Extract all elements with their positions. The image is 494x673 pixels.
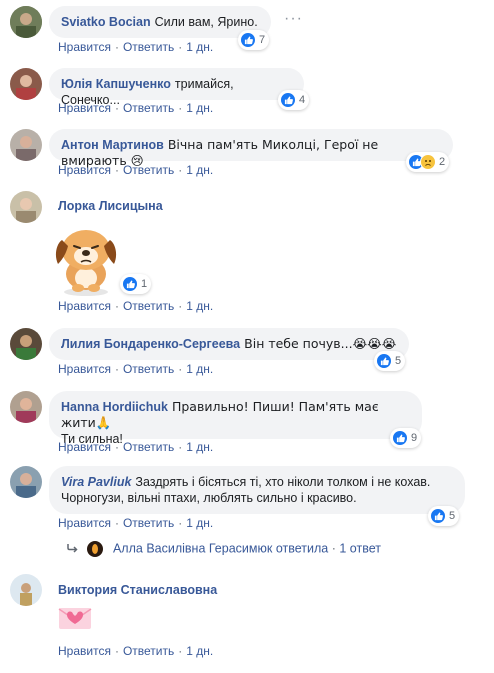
comment-bubble: Vira Pavliuk Заздрять і бісяться ті, хто … bbox=[49, 466, 465, 514]
avatar[interactable] bbox=[10, 466, 42, 498]
reaction-count: 9 bbox=[411, 432, 418, 444]
comment-actions: Нравится · Ответить · 1 дн. bbox=[58, 101, 214, 115]
thumbs-up-icon bbox=[240, 32, 256, 48]
reaction-count: 5 bbox=[449, 510, 456, 522]
comment-author[interactable]: Антон Мартинов bbox=[61, 138, 164, 152]
thumbs-up-icon bbox=[376, 353, 392, 369]
thumbs-up-icon bbox=[280, 92, 296, 108]
reaction-summary[interactable]: 4 bbox=[278, 90, 310, 110]
reply-author[interactable]: Алла Василівна Герасимюк bbox=[113, 541, 272, 555]
like-button[interactable]: Нравится bbox=[58, 516, 111, 530]
comment-author[interactable]: Sviatko Bocian bbox=[61, 15, 151, 29]
like-button[interactable]: Нравится bbox=[58, 440, 111, 454]
comment-actions: Нравится · Ответить · 1 дн. bbox=[58, 299, 214, 313]
thumbs-up-icon bbox=[430, 508, 446, 524]
like-button[interactable]: Нравится bbox=[58, 362, 111, 376]
comment-actions: Нравится · Ответить · 1 дн. bbox=[58, 440, 214, 454]
comment-actions: Нравится · Ответить · 1 дн. bbox=[58, 163, 214, 177]
timestamp[interactable]: 1 дн. bbox=[186, 101, 213, 115]
reaction-summary[interactable]: 5 bbox=[374, 351, 406, 371]
view-replies-link[interactable]: Алла Василівна Герасимюк ответила · 1 от… bbox=[66, 541, 381, 557]
avatar bbox=[87, 541, 104, 557]
avatar[interactable] bbox=[10, 574, 42, 606]
reply-button[interactable]: Ответить bbox=[123, 362, 174, 376]
timestamp[interactable]: 1 дн. bbox=[186, 644, 213, 658]
avatar[interactable] bbox=[10, 129, 42, 161]
comment-author[interactable]: Hanna Hordiichuk bbox=[61, 400, 168, 414]
reaction-count: 4 bbox=[299, 94, 306, 106]
comment-author[interactable]: Виктория Станиславовна bbox=[58, 583, 217, 597]
reaction-summary[interactable]: 7 bbox=[238, 30, 270, 50]
reaction-count: 7 bbox=[259, 34, 266, 46]
like-button[interactable]: Нравится bbox=[58, 163, 111, 177]
comment-actions: Нравится · Ответить · 1 дн. bbox=[58, 516, 214, 530]
reply-verb: ответила bbox=[275, 541, 329, 556]
comment-author[interactable]: Vira Pavliuk bbox=[61, 475, 131, 489]
comment-author[interactable]: Лилия Бондаренко-Сергеева bbox=[61, 337, 240, 351]
reaction-summary[interactable]: 9 bbox=[390, 428, 422, 448]
more-options-icon[interactable]: ··· bbox=[284, 10, 303, 28]
thumbs-up-icon bbox=[392, 430, 408, 446]
comment-text: Сили вам, Ярино. bbox=[154, 15, 258, 29]
timestamp[interactable]: 1 дн. bbox=[186, 163, 213, 177]
like-button[interactable]: Нравится bbox=[58, 101, 111, 115]
heart-envelope-icon bbox=[58, 605, 92, 631]
reply-button[interactable]: Ответить bbox=[123, 440, 174, 454]
reaction-summary[interactable]: 1 bbox=[120, 274, 152, 294]
comment-bubble: Лилия Бондаренко-Сергеева Він тебе почув.… bbox=[49, 328, 409, 360]
timestamp[interactable]: 1 дн. bbox=[186, 40, 213, 54]
reaction-count: 5 bbox=[395, 355, 402, 367]
like-button[interactable]: Нравится bbox=[58, 299, 111, 313]
reply-button[interactable]: Ответить bbox=[123, 644, 174, 658]
avatar[interactable] bbox=[10, 391, 42, 423]
comment-text: Він тебе почув...😭😭😭 bbox=[244, 336, 397, 351]
reply-button[interactable]: Ответить bbox=[123, 40, 174, 54]
thumbs-up-icon bbox=[122, 276, 138, 292]
sad-face-icon bbox=[420, 154, 436, 170]
reply-button[interactable]: Ответить bbox=[123, 101, 174, 115]
timestamp[interactable]: 1 дн. bbox=[186, 440, 213, 454]
reaction-summary[interactable]: 2 bbox=[406, 152, 450, 172]
comment-author[interactable]: Лорка Лисицына bbox=[58, 199, 163, 213]
reply-arrow-icon bbox=[66, 542, 78, 556]
reply-count[interactable]: 1 ответ bbox=[339, 541, 381, 555]
reaction-summary[interactable]: 5 bbox=[428, 506, 460, 526]
timestamp[interactable]: 1 дн. bbox=[186, 516, 213, 530]
reply-button[interactable]: Ответить bbox=[123, 299, 174, 313]
avatar[interactable] bbox=[10, 6, 42, 38]
comment-bubble: Антон Мартинов Вічна пам'ять Миколці, Гер… bbox=[49, 129, 453, 168]
comment-bubble: Юлія Капшученко тримайся, Сонечко... bbox=[49, 68, 304, 107]
comment-actions: Нравится · Ответить · 1 дн. bbox=[58, 362, 214, 376]
avatar[interactable] bbox=[10, 328, 42, 360]
puppy-sticker bbox=[50, 222, 122, 298]
reaction-count: 2 bbox=[439, 156, 446, 168]
comment-bubble: Hanna Hordiichuk Правильно! Пиши! Пам'ять… bbox=[49, 391, 422, 446]
timestamp[interactable]: 1 дн. bbox=[186, 362, 213, 376]
comment-text: Заздрять і бісяться ті, хто ніколи толко… bbox=[135, 475, 431, 489]
timestamp[interactable]: 1 дн. bbox=[186, 299, 213, 313]
comment-author[interactable]: Юлія Капшученко bbox=[61, 77, 171, 91]
comment-bubble: Sviatko Bocian Сили вам, Ярино. bbox=[49, 6, 271, 38]
comment-actions: Нравится · Ответить · 1 дн. bbox=[58, 40, 214, 54]
comment-actions: Нравится · Ответить · 1 дн. bbox=[58, 644, 214, 658]
comment-text-line2: Чорногузи, вільні птахи, люблять сильно … bbox=[61, 491, 357, 505]
reply-button[interactable]: Ответить bbox=[123, 516, 174, 530]
like-button[interactable]: Нравится bbox=[58, 644, 111, 658]
avatar[interactable] bbox=[10, 68, 42, 100]
avatar[interactable] bbox=[10, 191, 42, 223]
reply-button[interactable]: Ответить bbox=[123, 163, 174, 177]
like-button[interactable]: Нравится bbox=[58, 40, 111, 54]
reaction-count: 1 bbox=[141, 278, 148, 290]
